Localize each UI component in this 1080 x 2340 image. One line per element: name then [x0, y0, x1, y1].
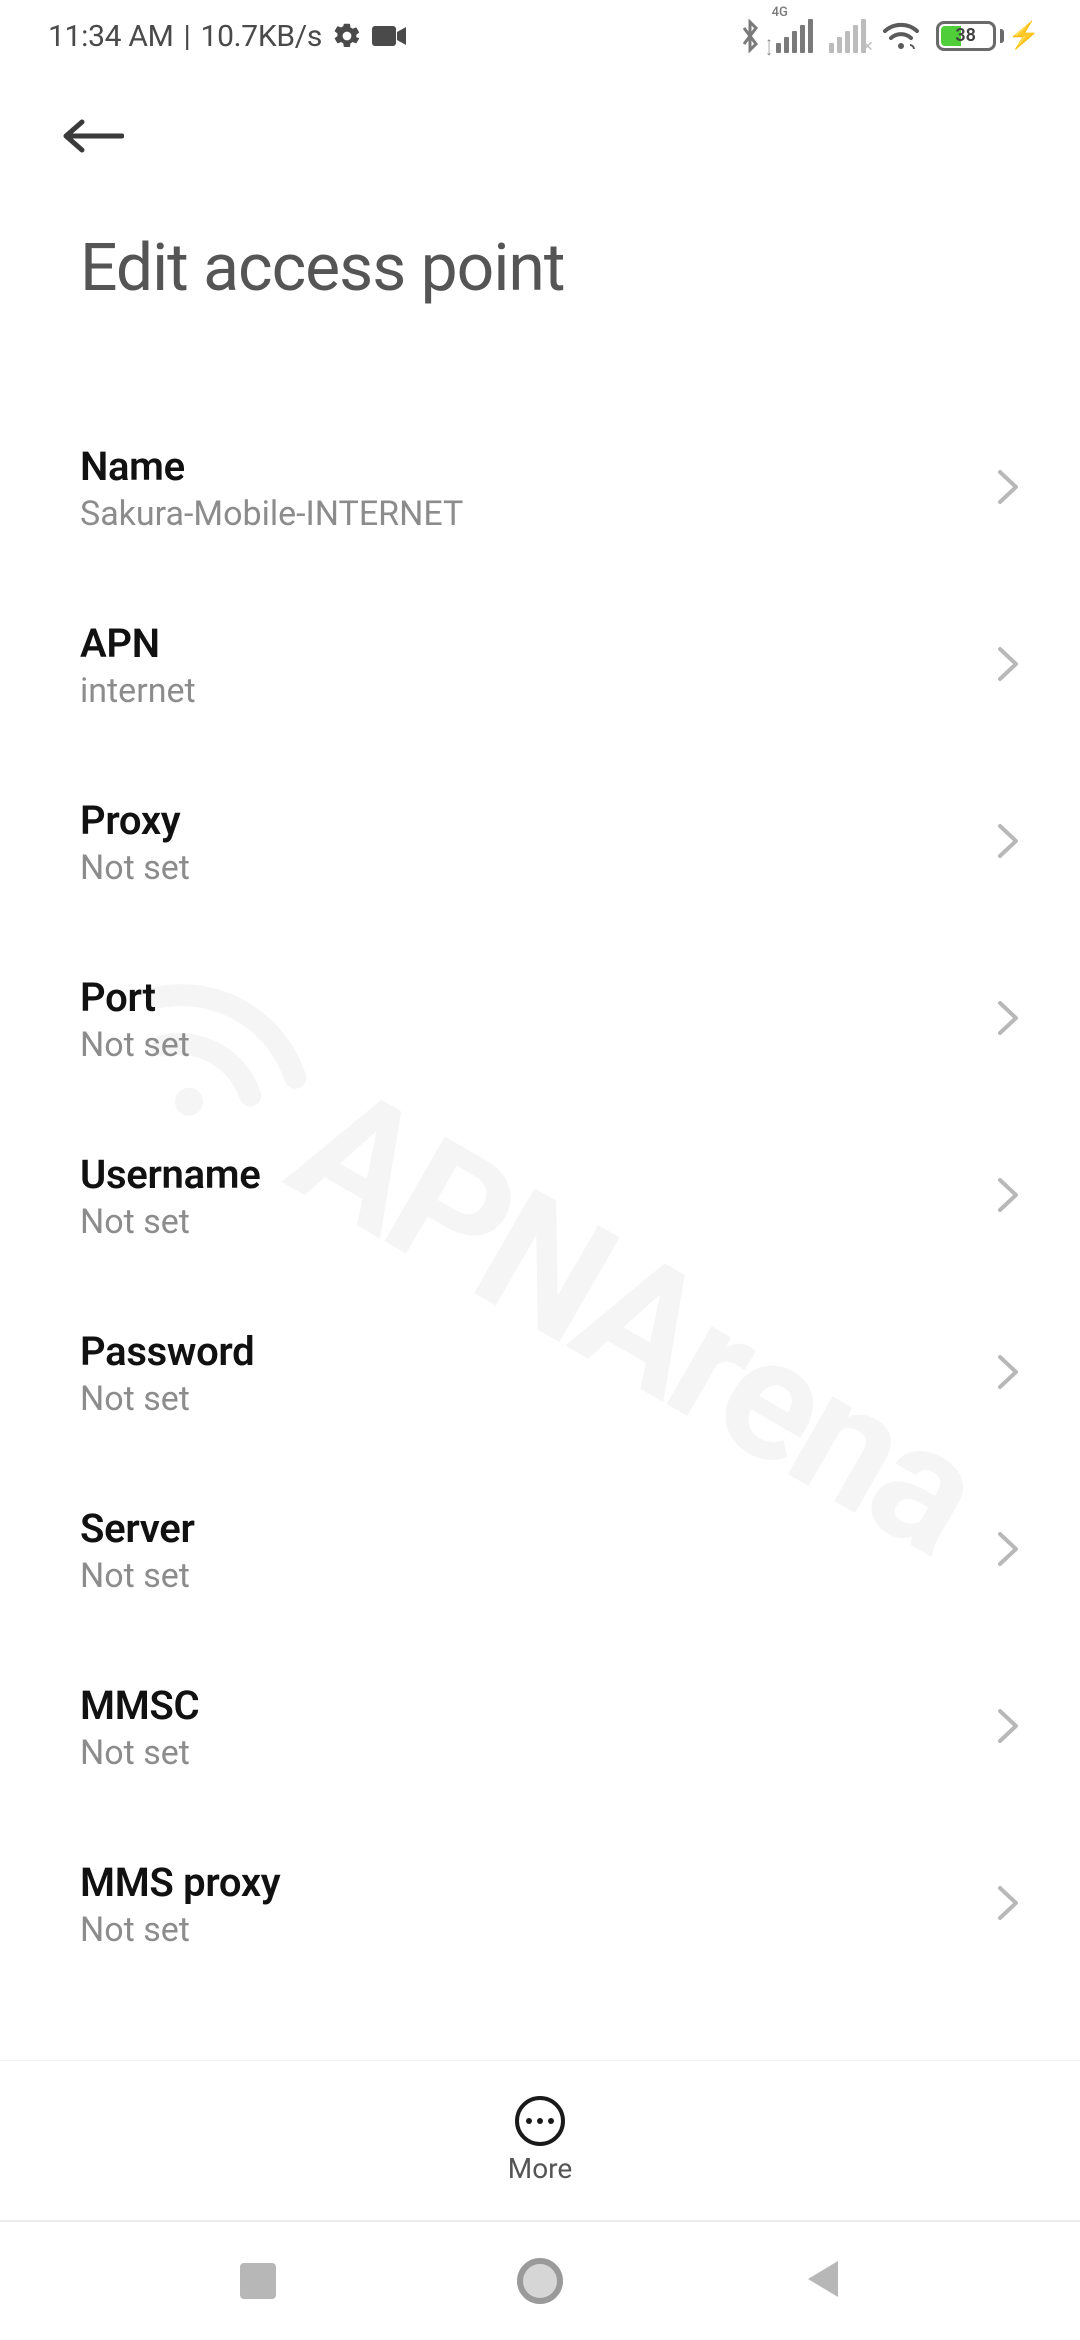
setting-value: Not set	[80, 1202, 260, 1242]
setting-row-apn-name[interactable]: NameSakura-Mobile-INTERNET	[80, 407, 1020, 584]
status-netspeed: 10.7KB/s	[201, 19, 322, 54]
setting-row-apn-proxy[interactable]: ProxyNot set	[80, 761, 1020, 938]
camera-icon	[372, 23, 406, 49]
setting-value: Not set	[80, 1733, 199, 1773]
nav-recents-button[interactable]	[240, 2263, 276, 2299]
setting-row-apn-username[interactable]: UsernameNot set	[80, 1115, 1020, 1292]
footer: More	[0, 2060, 1080, 2340]
setting-label: Username	[80, 1151, 260, 1198]
signal-secondary-icon: ✕	[829, 19, 866, 53]
setting-row-apn-apn[interactable]: APNinternet	[80, 584, 1020, 761]
setting-value: Not set	[80, 1379, 254, 1419]
setting-label: Password	[80, 1328, 254, 1375]
setting-label: MMSC	[80, 1682, 199, 1729]
chevron-right-icon	[996, 1353, 1020, 1395]
chevron-right-icon	[996, 999, 1020, 1041]
setting-value: internet	[80, 671, 196, 711]
page-title: Edit access point	[0, 160, 1080, 307]
gear-icon	[332, 21, 362, 51]
chevron-right-icon	[996, 1530, 1020, 1572]
setting-row-apn-mmsc[interactable]: MMSCNot set	[80, 1646, 1020, 1823]
setting-value: Sakura-Mobile-INTERNET	[80, 494, 463, 534]
setting-label: APN	[80, 620, 196, 667]
chevron-right-icon	[996, 1707, 1020, 1749]
more-label: More	[508, 2152, 573, 2185]
setting-row-apn-port[interactable]: PortNot set	[80, 938, 1020, 1115]
android-nav-bar	[0, 2220, 1080, 2340]
setting-label: Name	[80, 443, 463, 490]
setting-row-apn-password[interactable]: PasswordNot set	[80, 1292, 1020, 1469]
chevron-right-icon	[996, 822, 1020, 864]
chevron-right-icon	[996, 1884, 1020, 1926]
chevron-right-icon	[996, 468, 1020, 510]
setting-value: Not set	[80, 1025, 190, 1065]
more-button[interactable]: More	[0, 2060, 1080, 2220]
battery-icon: 38 ⚡	[936, 21, 1040, 51]
signal-arrows-icon: ↑↓	[766, 39, 773, 55]
setting-value: Not set	[80, 848, 190, 888]
charging-icon: ⚡	[1008, 21, 1040, 51]
nav-back-button[interactable]	[804, 2259, 840, 2303]
chevron-right-icon	[996, 1176, 1020, 1218]
status-divider: |	[184, 19, 191, 54]
back-button[interactable]	[60, 116, 1040, 160]
settings-list: NameSakura-Mobile-INTERNETAPNinternetPro…	[0, 307, 1080, 2000]
setting-value: Not set	[80, 1910, 280, 1950]
signal-primary-icon: 4G ↑↓	[776, 19, 813, 53]
bluetooth-icon	[740, 19, 760, 53]
wifi-icon	[882, 21, 920, 51]
status-left: 11:34 AM | 10.7KB/s	[48, 19, 406, 54]
more-icon	[515, 2096, 565, 2146]
setting-value: Not set	[80, 1556, 195, 1596]
status-right: 4G ↑↓ ✕ 38 ⚡	[740, 19, 1040, 53]
setting-row-apn-server[interactable]: ServerNot set	[80, 1469, 1020, 1646]
setting-label: Proxy	[80, 797, 190, 844]
setting-label: MMS proxy	[80, 1859, 280, 1906]
nav-home-button[interactable]	[517, 2258, 563, 2304]
status-bar: 11:34 AM | 10.7KB/s 4G ↑↓ ✕ 38	[0, 0, 1080, 72]
setting-row-apn-mmsproxy[interactable]: MMS proxyNot set	[80, 1823, 1020, 2000]
chevron-right-icon	[996, 645, 1020, 687]
signal-4g-label: 4G	[772, 5, 788, 20]
status-time: 11:34 AM	[48, 19, 174, 54]
setting-label: Server	[80, 1505, 195, 1552]
battery-percent: 38	[939, 24, 993, 48]
setting-label: Port	[80, 974, 190, 1021]
signal-nosim-icon: ✕	[862, 39, 874, 55]
